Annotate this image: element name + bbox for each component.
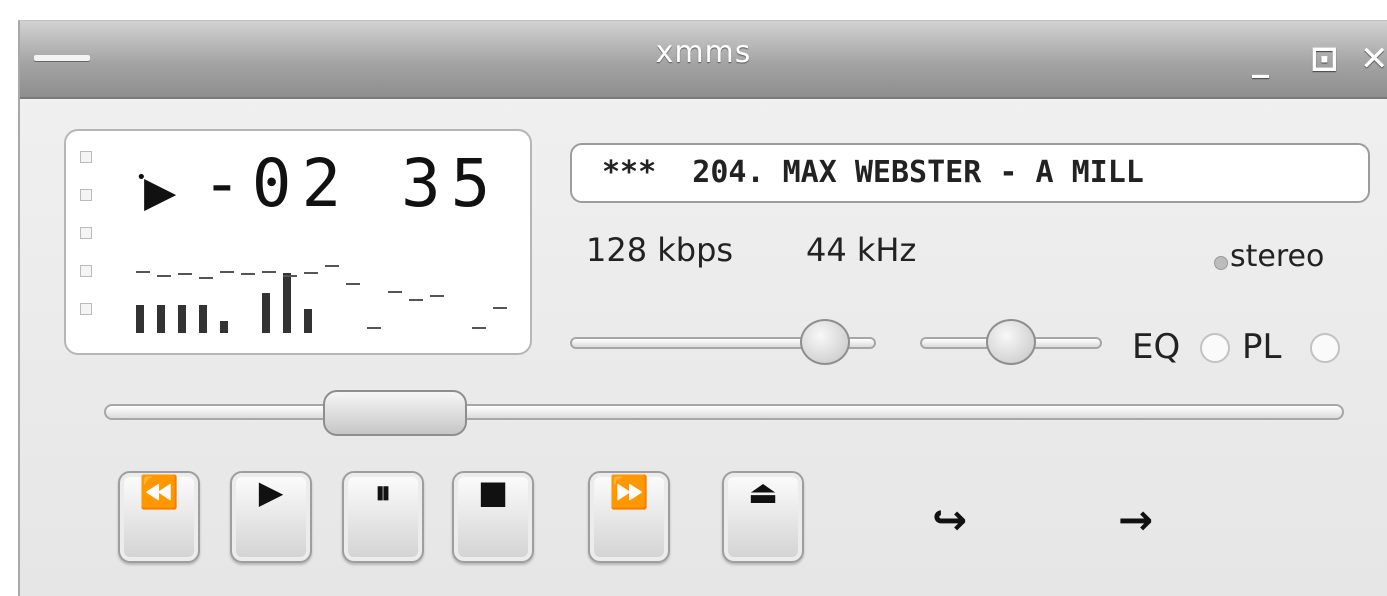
stop-icon: ■ <box>477 473 509 511</box>
spectrum-visualizer[interactable] <box>136 253 526 333</box>
eq-toggle-label[interactable]: EQ <box>1132 327 1180 367</box>
status-square <box>80 189 92 201</box>
song-title-marquee[interactable]: *** 204. MAX WEBSTER - A MILL <box>570 143 1370 203</box>
eq-toggle-button[interactable] <box>1200 333 1230 363</box>
spectrum-bar <box>304 309 312 333</box>
spectrum-peak <box>325 265 339 267</box>
spectrum-peak <box>220 271 234 273</box>
stop-button[interactable]: ■ <box>452 471 534 563</box>
time-display[interactable]: • ▶ -02 35 <box>64 129 532 355</box>
shuffle-toggle-icon[interactable]: → <box>1118 495 1153 544</box>
pause-button[interactable]: ⏸ <box>342 471 424 563</box>
seek-bar-track[interactable] <box>104 404 1344 420</box>
spectrum-bar <box>199 305 207 333</box>
eject-button[interactable]: ⏏ <box>722 471 804 563</box>
eject-icon: ⏏ <box>747 473 779 511</box>
spectrum-bar <box>157 305 165 333</box>
samplerate-label: 44 kHz <box>806 231 917 269</box>
next-icon: ⏩ <box>609 473 649 511</box>
seek-bar-handle[interactable] <box>323 390 468 436</box>
bitrate-label: 128 kbps <box>586 231 734 269</box>
previous-icon: ⏪ <box>139 473 179 511</box>
spectrum-peak <box>472 327 486 329</box>
status-square <box>80 303 92 315</box>
play-status-icon: • ▶ <box>136 167 177 216</box>
maximize-icon[interactable]: ⊡ <box>1310 39 1339 79</box>
pl-toggle-button[interactable] <box>1310 333 1340 363</box>
next-button[interactable]: ⏩ <box>588 471 670 563</box>
title-bar[interactable]: xmms _ ⊡ ✕ <box>20 21 1387 99</box>
pause-icon: ⏸ <box>374 473 391 511</box>
spectrum-bar <box>136 305 144 333</box>
spectrum-peak <box>178 273 192 275</box>
play-indicator: ▶ <box>144 167 177 216</box>
window-title: xmms <box>655 35 752 70</box>
spectrum-peak <box>493 307 507 309</box>
spectrum-peak <box>304 272 318 274</box>
stereo-indicator-icon <box>1214 256 1228 270</box>
spectrum-peak <box>409 299 423 301</box>
previous-button[interactable]: ⏪ <box>118 471 200 563</box>
spectrum-peak <box>346 283 360 285</box>
status-square <box>80 151 92 163</box>
status-dot: • <box>136 167 147 188</box>
play-icon: ▶ <box>258 473 284 511</box>
spectrum-bar <box>220 321 228 333</box>
spectrum-peak <box>388 291 402 293</box>
repeat-toggle-icon[interactable]: ↪ <box>932 495 967 544</box>
status-square <box>80 227 92 239</box>
minimize-icon[interactable]: _ <box>1252 39 1269 79</box>
spectrum-peak <box>157 275 171 277</box>
balance-slider-knob[interactable] <box>986 319 1036 365</box>
close-icon[interactable]: ✕ <box>1360 39 1387 79</box>
xmms-window: xmms _ ⊡ ✕ • ▶ -02 35 *** 204. MAX WEBST… <box>18 20 1387 596</box>
spectrum-peak <box>136 271 150 273</box>
spectrum-peak <box>430 295 444 297</box>
spectrum-peak <box>283 275 297 277</box>
spectrum-bar <box>283 273 291 333</box>
status-square <box>80 265 92 277</box>
spectrum-peak <box>262 271 276 273</box>
volume-slider-knob[interactable] <box>800 319 851 365</box>
spectrum-bar <box>178 305 186 333</box>
spectrum-peak <box>241 273 255 275</box>
elapsed-time[interactable]: -02 35 <box>202 145 500 222</box>
spectrum-peak <box>199 277 213 279</box>
spectrum-peak <box>367 327 381 329</box>
spectrum-bar <box>262 293 270 333</box>
stereo-label: stereo <box>1230 239 1325 274</box>
play-button[interactable]: ▶ <box>230 471 312 563</box>
pl-toggle-label[interactable]: PL <box>1242 327 1281 367</box>
